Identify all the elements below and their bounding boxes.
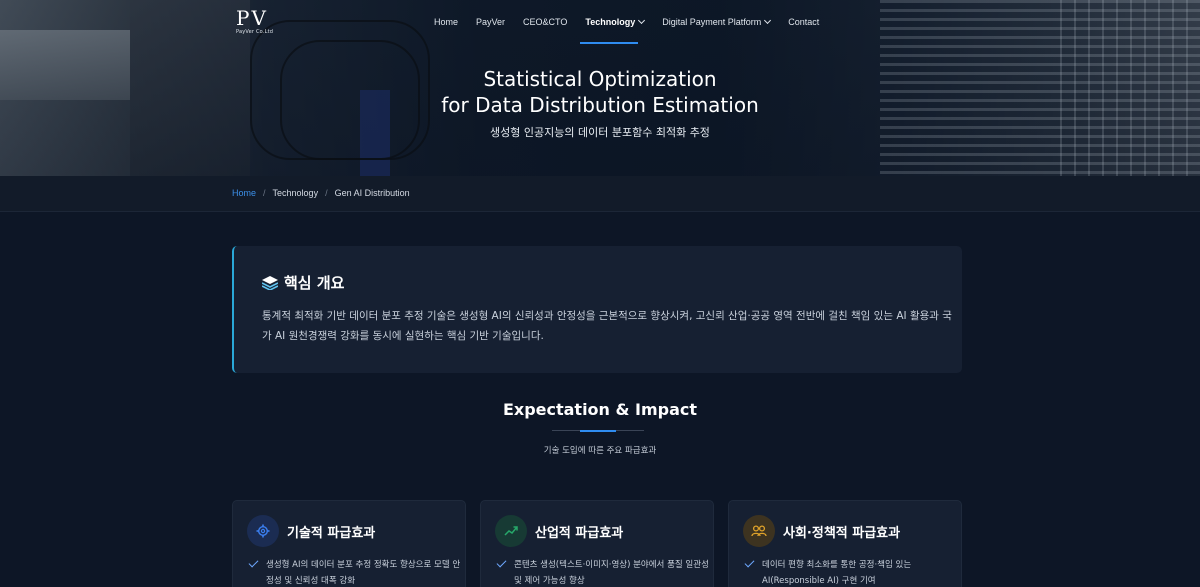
layers-icon bbox=[262, 275, 278, 290]
people-icon bbox=[743, 515, 775, 547]
breadcrumb-technology[interactable]: Technology bbox=[273, 188, 319, 198]
overview-title: 핵심 개요 bbox=[284, 274, 345, 292]
page-title-line2: for Data Distribution Estimation bbox=[441, 93, 759, 117]
nav-active-indicator bbox=[580, 42, 638, 44]
card-title: 사회·정책적 파급효과 bbox=[783, 526, 901, 541]
card-list-item: 데이터 편향 최소화를 통한 공정·책임 있는 AI(Responsible A… bbox=[744, 557, 957, 587]
breadcrumb: Home / Technology / Gen AI Distribution bbox=[232, 188, 410, 198]
section-divider-accent bbox=[580, 430, 616, 432]
nav-item-technology[interactable]: Technology bbox=[585, 15, 646, 29]
card-item-text: 데이터 편향 최소화를 통한 공정·책임 있는 AI(Responsible A… bbox=[762, 560, 912, 586]
chevron-down-icon bbox=[638, 16, 646, 25]
breadcrumb-bar: Home / Technology / Gen AI Distribution bbox=[0, 176, 1200, 212]
trend-up-icon bbox=[495, 515, 527, 547]
check-icon bbox=[248, 557, 259, 568]
top-navigation: PV PayVer Co.Ltd Home PayVer CEO&CTO Tec… bbox=[0, 0, 1200, 44]
overview-card: 핵심 개요 통계적 최적화 기반 데이터 분포 추정 기술은 생성형 AI의 신… bbox=[232, 246, 962, 373]
section-title: Expectation & Impact bbox=[502, 400, 698, 419]
breadcrumb-home[interactable]: Home bbox=[232, 188, 256, 198]
overview-text: 통계적 최적화 기반 데이터 분포 추정 기술은 생성형 AI의 신뢰성과 안정… bbox=[262, 310, 952, 342]
breadcrumb-current: Gen AI Distribution bbox=[334, 188, 410, 198]
card-list-item: 생성형 AI의 데이터 분포 추정 정확도 향상으로 모델 안정성 및 신뢰성 … bbox=[248, 557, 461, 587]
card-item-text: 콘텐츠 생성(텍스트·이미지·영상) 분야에서 품질 일관성 및 제어 가능성 … bbox=[514, 560, 709, 586]
overview-header: 핵심 개요 bbox=[262, 272, 344, 293]
nav-label: CEO&CTO bbox=[523, 17, 568, 27]
check-icon bbox=[496, 557, 507, 568]
nav-label: Home bbox=[434, 17, 459, 27]
check-icon bbox=[744, 557, 755, 568]
impact-card-technical: 기술적 파급효과 생성형 AI의 데이터 분포 추정 정확도 향상으로 모델 안… bbox=[232, 500, 466, 587]
nav-label: Contact bbox=[788, 17, 820, 27]
card-title: 기술적 파급효과 bbox=[287, 526, 376, 541]
nav-menu: Home PayVer CEO&CTO Technology Digital P… bbox=[434, 15, 837, 29]
nav-item-ceo-cto[interactable]: CEO&CTO bbox=[523, 15, 567, 29]
page-title: Statistical Optimization bbox=[483, 67, 717, 91]
logo-company-name: PayVer Co.Ltd bbox=[236, 29, 274, 35]
section-subtitle: 기술 도입에 따른 주요 파급효과 bbox=[543, 446, 657, 456]
nav-label: Technology bbox=[585, 17, 636, 27]
nav-item-home[interactable]: Home bbox=[434, 15, 458, 29]
breadcrumb-separator: / bbox=[263, 188, 266, 198]
nav-item-digital-payment-platform[interactable]: Digital Payment Platform bbox=[662, 15, 772, 29]
nav-item-payver[interactable]: PayVer bbox=[476, 15, 505, 29]
card-title: 산업적 파급효과 bbox=[535, 526, 624, 541]
page-subtitle: 생성형 인공지능의 데이터 분포함수 최적화 추정 bbox=[490, 126, 710, 139]
impact-card-social-policy: 사회·정책적 파급효과 데이터 편향 최소화를 통한 공정·책임 있는 AI(R… bbox=[728, 500, 962, 587]
card-item-text: 생성형 AI의 데이터 분포 추정 정확도 향상으로 모델 안정성 및 신뢰성 … bbox=[266, 560, 461, 586]
nav-label: PayVer bbox=[476, 17, 506, 27]
logo[interactable]: PV PayVer Co.Ltd bbox=[236, 6, 282, 35]
nav-label: Digital Payment Platform bbox=[662, 17, 762, 27]
impact-card-industrial: 산업적 파급효과 콘텐츠 생성(텍스트·이미지·영상) 분야에서 품질 일관성 … bbox=[480, 500, 714, 587]
nav-item-contact[interactable]: Contact bbox=[788, 15, 819, 29]
card-list-item: 콘텐츠 생성(텍스트·이미지·영상) 분야에서 품질 일관성 및 제어 가능성 … bbox=[496, 557, 709, 587]
logo-mark: PV bbox=[236, 6, 268, 30]
hero-banner: PV PayVer Co.Ltd Home PayVer CEO&CTO Tec… bbox=[0, 0, 1200, 176]
gear-icon bbox=[247, 515, 279, 547]
chevron-down-icon bbox=[764, 16, 772, 25]
breadcrumb-separator: / bbox=[325, 188, 328, 198]
